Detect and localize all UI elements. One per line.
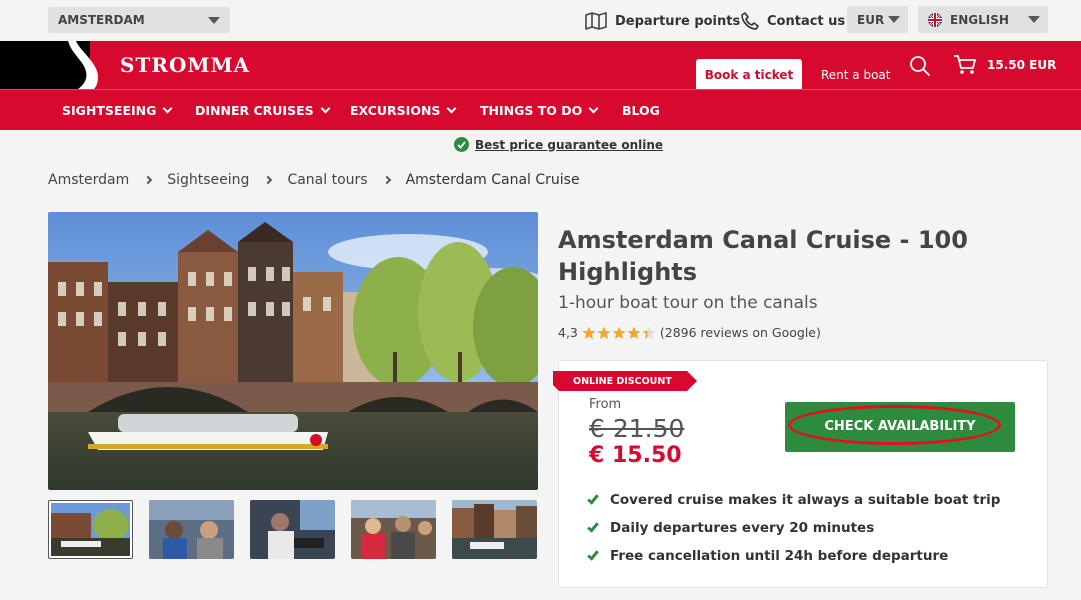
online-discount-badge: ONLINE DISCOUNT (553, 371, 697, 391)
chevron-down-icon (888, 16, 900, 23)
departure-points-link[interactable]: Departure points (585, 12, 740, 30)
rent-boat-link[interactable]: Rent a boat (821, 68, 891, 82)
star-icon (597, 326, 611, 339)
nav-item-label: THINGS TO DO (480, 103, 583, 118)
star-icon (582, 326, 596, 339)
breadcrumb: Amsterdam Sightseeing Canal tours Amster… (48, 172, 580, 188)
nav-item-excursions[interactable]: EXCURSIONS (350, 103, 457, 118)
reviews-count: (2896 reviews on Google) (659, 325, 821, 340)
chevron-right-icon (143, 175, 153, 185)
old-price: € 21.50 (589, 414, 685, 443)
chevron-down-icon (446, 103, 457, 114)
list-item: Free cancellation until 24h before depar… (587, 542, 1000, 570)
breadcrumb-item[interactable]: Canal tours (287, 172, 367, 188)
search-icon (910, 56, 930, 76)
language-select[interactable]: ENGLISH (918, 6, 1048, 33)
nav-item-label: EXCURSIONS (350, 103, 441, 118)
nav-item-label: DINNER CRUISES (195, 103, 314, 118)
nav-item-blog[interactable]: BLOG (622, 103, 660, 118)
rating-value: 4,3 (558, 325, 578, 340)
feature-text: Covered cruise makes it always a suitabl… (610, 492, 1001, 508)
contact-us-label: Contact us (767, 13, 846, 29)
breadcrumb-current: Amsterdam Canal Cruise (405, 172, 580, 188)
currency-value: EUR (857, 13, 885, 27)
main-nav: SIGHTSEEING DINNER CRUISES EXCURSIONS TH… (0, 89, 1081, 130)
site-logo[interactable]: STROMMA (120, 53, 250, 77)
search-button[interactable] (909, 55, 931, 81)
chevron-down-icon (162, 103, 173, 114)
chevron-down-icon (320, 103, 331, 114)
best-price-guarantee[interactable]: Best price guarantee online (454, 137, 663, 152)
uk-flag-icon (928, 13, 942, 27)
main-product-image[interactable] (48, 212, 538, 490)
map-icon (585, 12, 607, 30)
top-utility-bar: AMSTERDAM Departure points Contact us EU… (0, 0, 1081, 41)
breadcrumb-item[interactable]: Amsterdam (48, 172, 129, 188)
chevron-down-icon (1028, 16, 1040, 23)
contact-us-link[interactable]: Contact us (741, 12, 845, 30)
city-select[interactable]: AMSTERDAM (48, 7, 230, 33)
rating-stars (582, 326, 656, 340)
breadcrumb-item[interactable]: Sightseeing (167, 172, 249, 188)
thumbnail-3[interactable] (250, 500, 335, 559)
chevron-right-icon (264, 175, 273, 185)
guarantee-label: Best price guarantee online (475, 137, 664, 152)
nav-item-dinner-cruises[interactable]: DINNER CRUISES (195, 103, 331, 118)
cart-total: 15.50 EUR (987, 58, 1057, 72)
checkmark-icon (587, 547, 599, 561)
product-subtitle: 1-hour boat tour on the canals (558, 293, 818, 313)
thumbnail-4[interactable] (351, 500, 436, 559)
chevron-right-icon (382, 175, 391, 185)
thumbnail-1[interactable] (48, 500, 133, 559)
nav-item-sightseeing[interactable]: SIGHTSEEING (62, 103, 173, 118)
checkmark-icon (587, 491, 599, 505)
feature-text: Daily departures every 20 minutes (610, 520, 875, 536)
chevron-down-icon (208, 17, 220, 24)
product-rating[interactable]: 4,3 (2896 reviews on Google) (558, 325, 821, 340)
feature-list: Covered cruise makes it always a suitabl… (587, 486, 1001, 570)
checkmark-icon (587, 519, 599, 533)
star-icon (612, 326, 626, 339)
currency-select[interactable]: EUR (847, 6, 908, 33)
cart-icon (954, 55, 976, 74)
nav-item-things-to-do[interactable]: THINGS TO DO (480, 103, 599, 118)
check-availability-button[interactable]: CHECK AVAILABILITY (785, 402, 1015, 452)
badge-label: ONLINE DISCOUNT (573, 376, 672, 387)
check-circle-icon (454, 137, 469, 152)
half-star-icon (642, 326, 656, 339)
city-select-value: AMSTERDAM (58, 13, 145, 27)
current-price: € 15.50 (589, 443, 682, 468)
nav-item-label: SIGHTSEEING (62, 103, 157, 118)
logo-swoosh-icon (68, 41, 98, 89)
nav-item-label: BLOG (622, 103, 660, 118)
star-icon (627, 326, 641, 339)
book-ticket-tab[interactable]: Book a ticket (695, 58, 803, 89)
chevron-down-icon (588, 103, 599, 114)
departure-points-label: Departure points (615, 13, 741, 29)
feature-text: Free cancellation until 24h before depar… (610, 548, 949, 564)
list-item: Daily departures every 20 minutes (587, 514, 1000, 542)
cart-button[interactable]: 15.50 EUR (953, 54, 1056, 76)
phone-icon (741, 12, 759, 30)
price-from-label: From (589, 397, 622, 412)
image-thumbnails (48, 500, 537, 559)
thumbnail-5[interactable] (452, 500, 537, 559)
site-header: STROMMA Book a ticket Rent a boat 15.50 … (0, 41, 1081, 89)
language-value: ENGLISH (950, 13, 1009, 27)
product-title: Amsterdam Canal Cruise - 100 Highlights (558, 226, 968, 286)
thumbnail-2[interactable] (149, 500, 234, 559)
list-item: Covered cruise makes it always a suitabl… (587, 486, 1001, 514)
